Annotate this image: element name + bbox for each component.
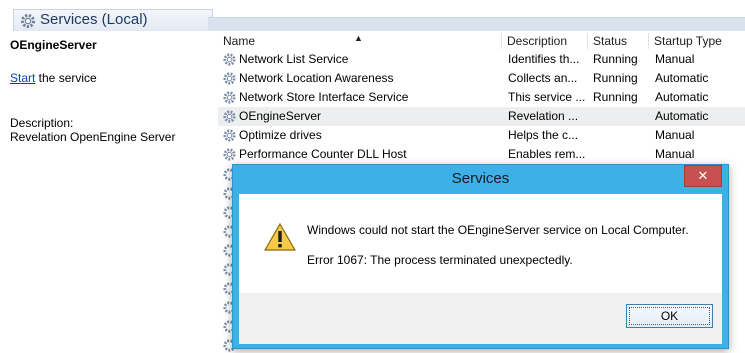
- start-service-line: Start the service: [10, 71, 97, 85]
- row-startup-type: Manual: [655, 147, 695, 161]
- services-local-tab: Services (Local): [13, 9, 213, 31]
- gear-icon: [223, 148, 236, 161]
- dialog-button-bar: OK: [239, 293, 722, 344]
- details-pane: OEngineServer Start the service Descript…: [0, 33, 212, 353]
- row-status: Running: [593, 52, 638, 66]
- row-description: Helps the c...: [508, 128, 579, 142]
- row-startup-type: Manual: [655, 128, 695, 142]
- row-description: Collects an...: [508, 71, 578, 85]
- start-service-link[interactable]: Start: [10, 71, 35, 85]
- column-header-name[interactable]: Name ▲: [218, 33, 502, 49]
- header-title: Services (Local): [40, 11, 148, 28]
- row-name: Optimize drives: [239, 128, 322, 142]
- column-header-description-label: Description: [507, 34, 568, 48]
- table-row[interactable]: Network List Service Identifies th... Ru…: [218, 50, 745, 69]
- table-row[interactable]: Optimize drives Helps the c... Manual: [218, 126, 745, 145]
- row-status: Running: [593, 90, 638, 104]
- row-status: Running: [593, 71, 638, 85]
- column-header-status[interactable]: Status: [588, 33, 649, 49]
- ok-button[interactable]: OK: [626, 304, 713, 328]
- dialog-body: Windows could not start the OEngineServe…: [239, 194, 722, 344]
- gear-icon: [223, 110, 236, 123]
- table-row[interactable]: Network Location Awareness Collects an..…: [218, 69, 745, 88]
- gear-icon: [223, 91, 236, 104]
- row-name: Network Location Awareness: [239, 71, 394, 85]
- gear-icon: [21, 14, 35, 28]
- row-startup-type: Automatic: [655, 71, 709, 85]
- row-startup-type: Automatic: [655, 90, 709, 104]
- start-service-suffix: the service: [35, 71, 97, 85]
- description-value: Revelation OpenEngine Server: [10, 130, 176, 144]
- row-startup-type: Automatic: [655, 109, 709, 123]
- close-button[interactable]: ✕: [684, 165, 722, 187]
- gear-icon: [223, 53, 236, 66]
- error-detail: Error 1067: The process terminated unexp…: [307, 253, 573, 267]
- row-name: OEngineServer: [239, 109, 322, 123]
- row-description: Revelation ...: [508, 109, 579, 123]
- column-header-startup-type[interactable]: Startup Type: [649, 33, 745, 49]
- row-description: Identifies th...: [508, 52, 580, 66]
- row-startup-type: Manual: [655, 52, 695, 66]
- row-description: Enables rem...: [508, 147, 586, 161]
- column-header-description[interactable]: Description: [502, 33, 588, 49]
- description-label: Description:: [10, 116, 74, 130]
- row-name: Performance Counter DLL Host: [239, 147, 407, 161]
- row-name: Network Store Interface Service: [239, 90, 409, 104]
- header-band: [208, 17, 745, 31]
- error-dialog: Services ✕ Windows could not start the O…: [232, 164, 729, 349]
- row-name: Network List Service: [239, 52, 349, 66]
- error-message: Windows could not start the OEngineServe…: [307, 223, 689, 237]
- column-header-name-label: Name: [223, 34, 256, 48]
- gear-icon: [223, 129, 236, 142]
- row-description: This service ...: [508, 90, 586, 104]
- column-header-startup-type-label: Startup Type: [654, 34, 722, 48]
- table-row[interactable]: Performance Counter DLL Host Enables rem…: [218, 145, 745, 164]
- console-header: Services (Local): [0, 0, 745, 33]
- warning-icon: [263, 222, 297, 251]
- selected-service-name: OEngineServer: [10, 38, 97, 52]
- gear-icon: [223, 72, 236, 85]
- table-row[interactable]: Network Store Interface Service This ser…: [218, 88, 745, 107]
- dialog-title: Services: [451, 170, 510, 187]
- sort-ascending-icon: ▲: [354, 33, 363, 43]
- table-row-selected[interactable]: OEngineServer Revelation ... Automatic: [218, 107, 745, 126]
- column-header-status-label: Status: [593, 34, 628, 48]
